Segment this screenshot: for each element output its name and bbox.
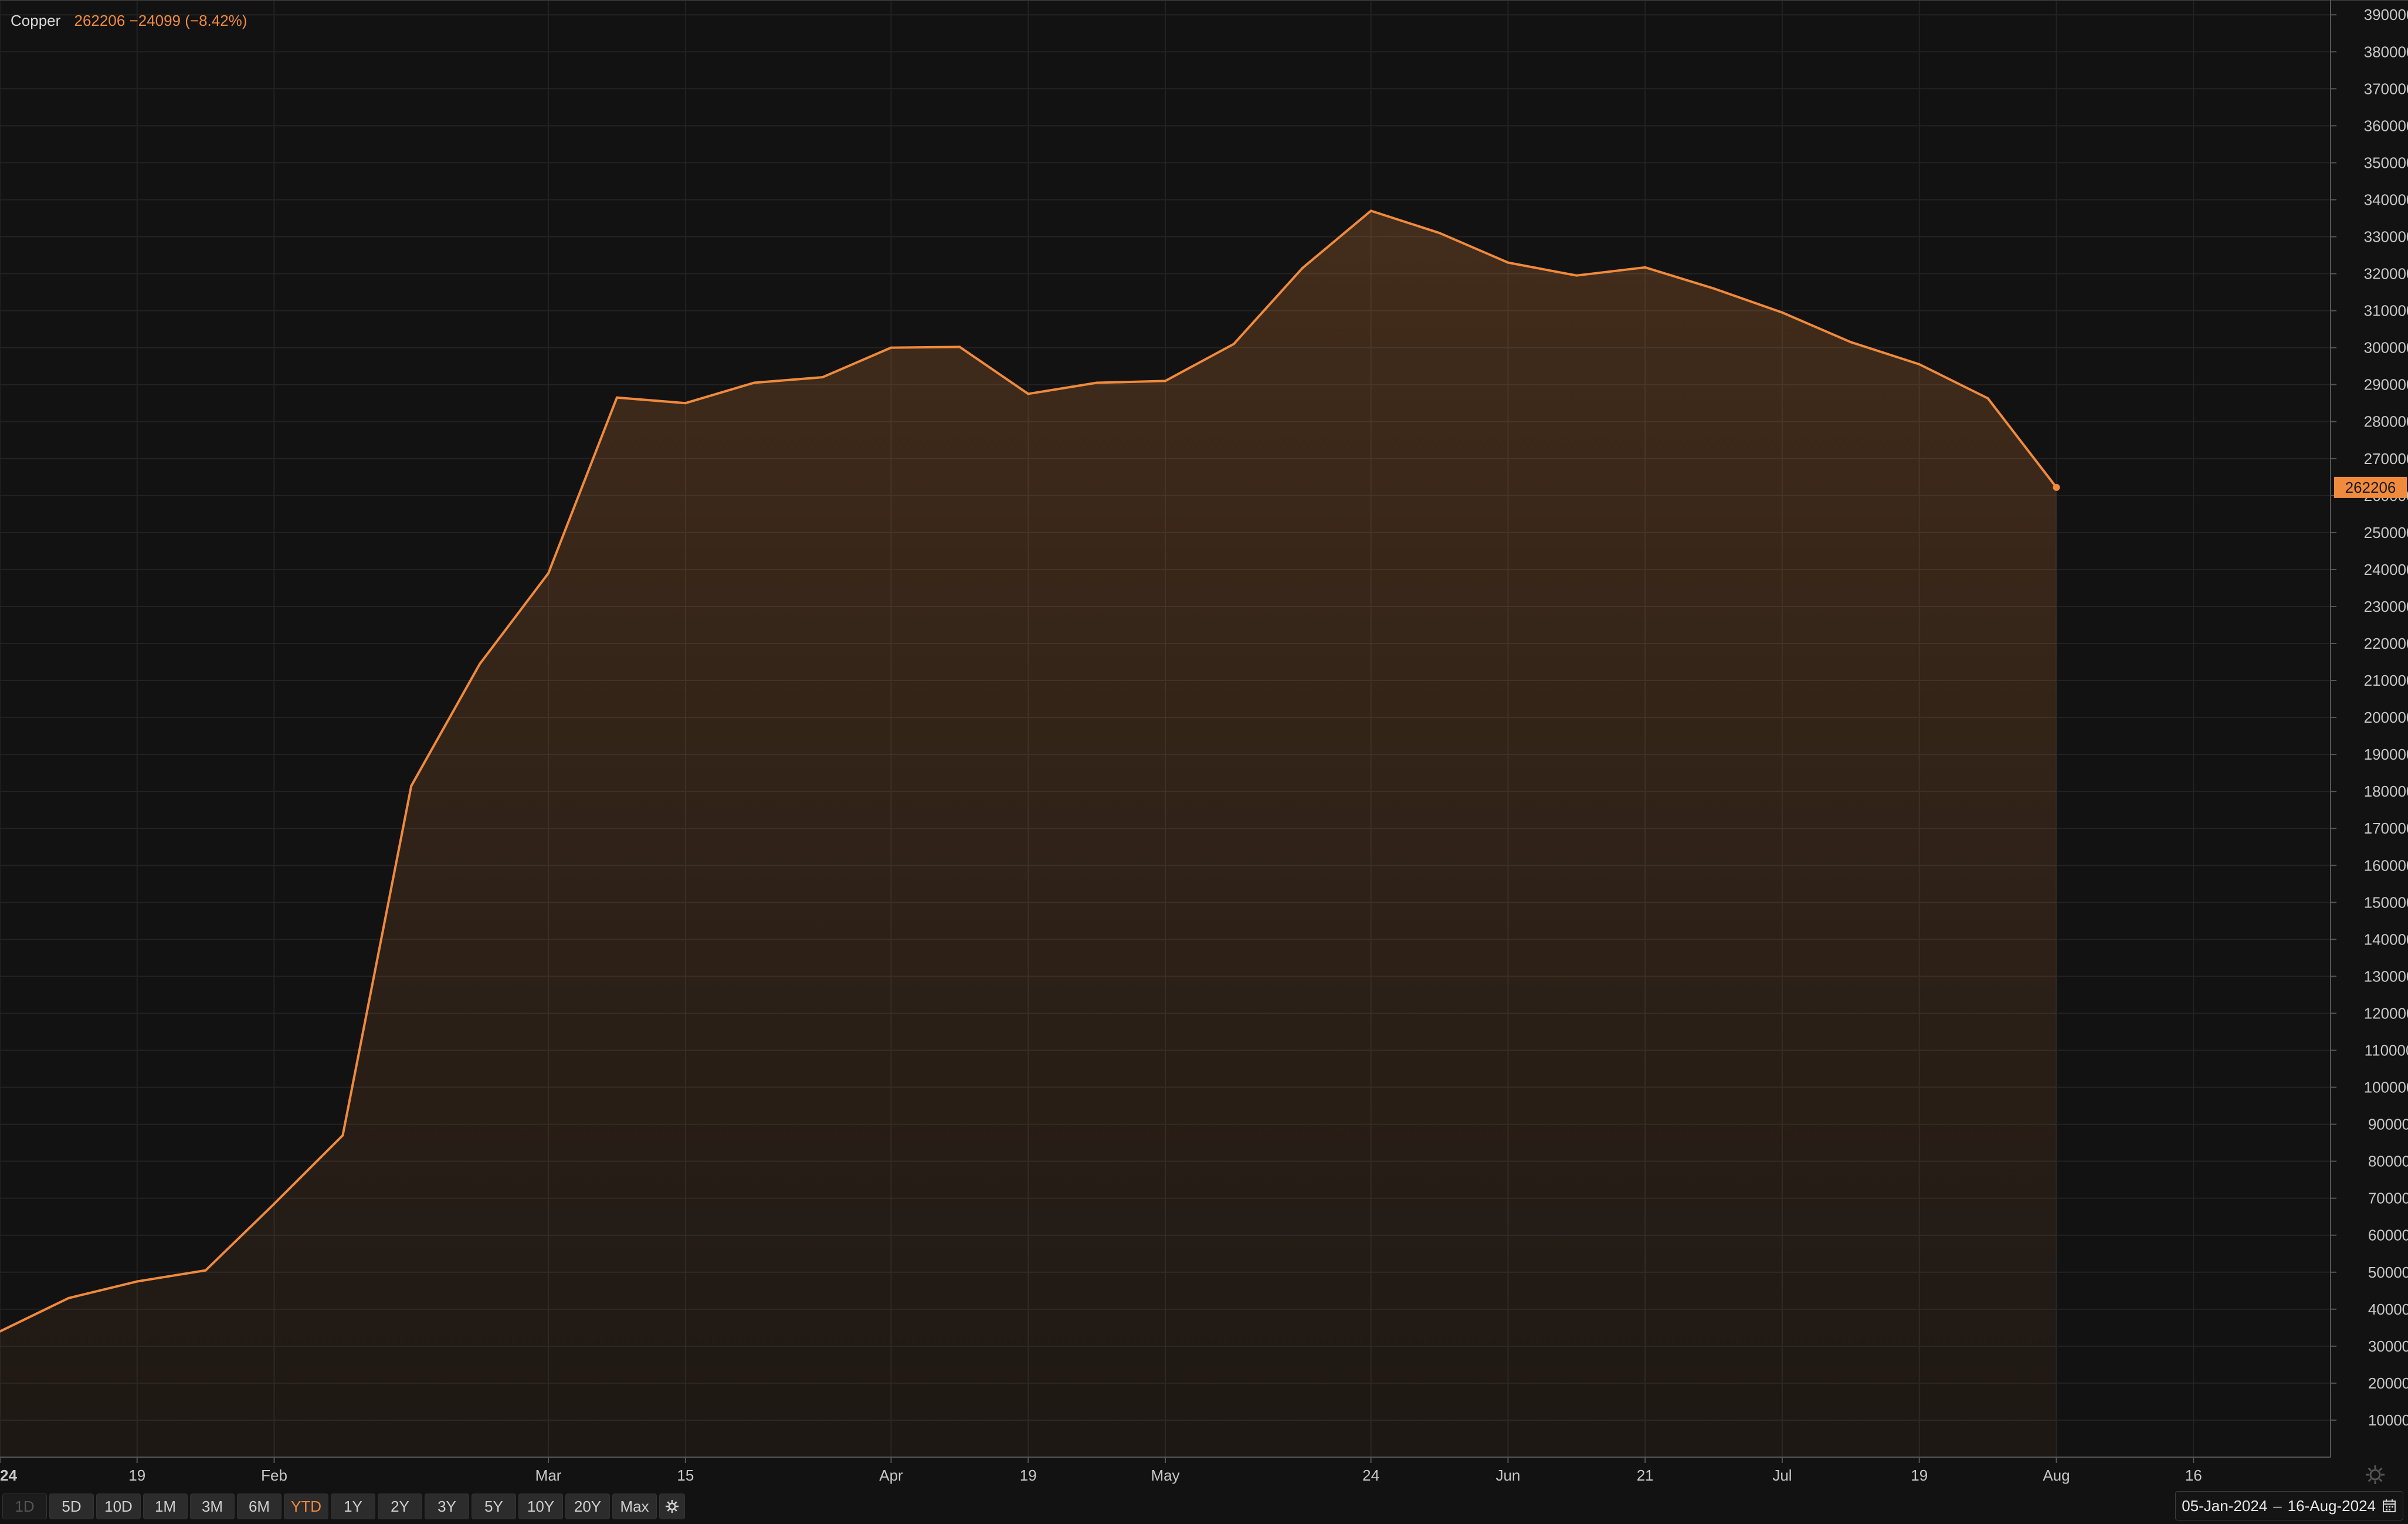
last-price-label: 262206 bbox=[2345, 479, 2396, 496]
y-tick-label: 160000 bbox=[2364, 856, 2408, 874]
y-tick-label: 340000 bbox=[2364, 191, 2408, 208]
date-range-picker[interactable]: 05-Jan-2024 – 16-Aug-2024 bbox=[2175, 1491, 2403, 1520]
range-button-5y[interactable]: 5Y bbox=[472, 1493, 516, 1519]
y-axis: 10000 20000 30000 40000 50000 60000 70000 80000… bbox=[2330, 0, 2408, 1457]
area-fill-path bbox=[0, 211, 2057, 1458]
chart-settings-gear-icon[interactable] bbox=[2363, 1463, 2387, 1486]
range-button-ytd[interactable]: YTD bbox=[284, 1493, 328, 1519]
range-button-max[interactable]: Max bbox=[612, 1493, 657, 1519]
x-tick-label: 24 bbox=[1362, 1467, 1379, 1484]
range-button-10y[interactable]: 10Y bbox=[518, 1493, 563, 1519]
y-tick-label: 30000 bbox=[2368, 1337, 2408, 1355]
y-tick-label: 140000 bbox=[2364, 930, 2408, 948]
y-tick-label: 190000 bbox=[2364, 746, 2408, 763]
range-button-6m[interactable]: 6M bbox=[237, 1493, 282, 1519]
series-change: −24099 (−8.42%) bbox=[129, 12, 247, 29]
date-range-start[interactable]: 05-Jan-2024 bbox=[2182, 1497, 2267, 1515]
y-tick-label: 70000 bbox=[2368, 1190, 2408, 1207]
y-tick-label: 150000 bbox=[2364, 893, 2408, 911]
y-tick-label: 120000 bbox=[2364, 1004, 2408, 1022]
y-tick-label: 200000 bbox=[2364, 709, 2408, 726]
y-tick-label: 110000 bbox=[2365, 1041, 2408, 1059]
range-settings-gear-icon[interactable] bbox=[659, 1493, 685, 1519]
y-tick-label: 350000 bbox=[2364, 154, 2408, 171]
y-tick-label: 80000 bbox=[2368, 1153, 2408, 1170]
calendar-icon[interactable] bbox=[2382, 1498, 2397, 1513]
y-tick-label: 50000 bbox=[2368, 1264, 2408, 1281]
range-button-2y[interactable]: 2Y bbox=[378, 1493, 422, 1519]
y-tick-label: 40000 bbox=[2368, 1301, 2408, 1318]
x-tick-label: Jul bbox=[1772, 1467, 1792, 1484]
x-tick-label: 19 bbox=[128, 1467, 145, 1484]
y-tick-label: 300000 bbox=[2364, 339, 2408, 357]
range-button-3m[interactable]: 3M bbox=[190, 1493, 235, 1519]
range-selector: 1D 5D 10D 1M 3M 6M YTD 1Y 2Y 3Y 5Y 10Y 20Y Max bbox=[0, 1490, 735, 1523]
range-button-3y[interactable]: 3Y bbox=[425, 1493, 469, 1519]
x-tick-label: Feb bbox=[261, 1467, 287, 1484]
y-tick-label: 240000 bbox=[2364, 561, 2408, 578]
range-button-20y[interactable]: 20Y bbox=[565, 1493, 610, 1519]
range-button-1d: 1D bbox=[2, 1493, 47, 1519]
x-tick-label: Jun bbox=[1495, 1467, 1520, 1484]
y-tick-label: 380000 bbox=[2364, 43, 2408, 60]
range-button-5d[interactable]: 5D bbox=[49, 1493, 94, 1519]
x-tick-label: Apr bbox=[879, 1467, 903, 1484]
y-tick-label: 290000 bbox=[2364, 376, 2408, 394]
y-tick-label: 180000 bbox=[2364, 783, 2408, 800]
date-range-end[interactable]: 16-Aug-2024 bbox=[2288, 1497, 2376, 1515]
range-button-10d[interactable]: 10D bbox=[96, 1493, 141, 1519]
price-chart[interactable]: 10000 20000 30000 40000 50000 60000 70000 80000… bbox=[0, 0, 2408, 1524]
y-tick-label: 210000 bbox=[2364, 672, 2408, 689]
y-tick-label: 130000 bbox=[2364, 967, 2408, 985]
x-tick-label: 16 bbox=[2185, 1467, 2202, 1484]
y-tick-label: 390000 bbox=[2364, 6, 2408, 23]
series-last-value: 262206 bbox=[74, 12, 126, 29]
y-tick-label: 250000 bbox=[2364, 524, 2408, 541]
y-tick-label: 100000 bbox=[2364, 1079, 2408, 1096]
y-tick-label: 90000 bbox=[2368, 1116, 2408, 1133]
x-tick-label: Aug bbox=[2043, 1467, 2070, 1484]
x-axis: 24 19 Feb Mar 15 Apr 19 May 24 Jun 21 Jul 19 Aug 16 bbox=[0, 1457, 2331, 1484]
y-tick-label: 10000 bbox=[2368, 1411, 2408, 1429]
x-tick-label: 21 bbox=[1637, 1467, 1654, 1484]
series-legend: Copper 262206 −24099 (−8.42%) bbox=[11, 12, 247, 30]
date-range-separator: – bbox=[2273, 1496, 2282, 1515]
x-tick-label: 24 bbox=[0, 1467, 17, 1484]
y-tick-label: 370000 bbox=[2364, 80, 2408, 97]
series-name: Copper bbox=[11, 12, 61, 29]
y-tick-label: 20000 bbox=[2368, 1374, 2408, 1392]
x-tick-label: May bbox=[1151, 1467, 1179, 1484]
y-tick-label: 320000 bbox=[2364, 265, 2408, 283]
x-tick-label: 19 bbox=[1020, 1467, 1037, 1484]
y-tick-label: 220000 bbox=[2364, 635, 2408, 652]
y-tick-label: 310000 bbox=[2364, 302, 2408, 320]
y-tick-label: 360000 bbox=[2364, 117, 2408, 134]
area-fill bbox=[0, 211, 2057, 1458]
range-button-1y[interactable]: 1Y bbox=[331, 1493, 375, 1519]
x-tick-label: 19 bbox=[1911, 1467, 1928, 1484]
x-tick-label: 15 bbox=[677, 1467, 694, 1484]
y-tick-label: 330000 bbox=[2364, 228, 2408, 245]
y-tick-label: 270000 bbox=[2364, 450, 2408, 468]
y-tick-label: 280000 bbox=[2364, 413, 2408, 431]
range-button-1m[interactable]: 1M bbox=[143, 1493, 188, 1519]
y-tick-label: 60000 bbox=[2368, 1227, 2408, 1244]
y-tick-label: 170000 bbox=[2364, 819, 2408, 837]
last-data-point bbox=[2053, 483, 2060, 491]
x-tick-label: Mar bbox=[535, 1467, 562, 1484]
y-tick-label: 230000 bbox=[2364, 598, 2408, 615]
chart-area[interactable]: 10000 20000 30000 40000 50000 60000 70000 80000… bbox=[0, 0, 2408, 1524]
